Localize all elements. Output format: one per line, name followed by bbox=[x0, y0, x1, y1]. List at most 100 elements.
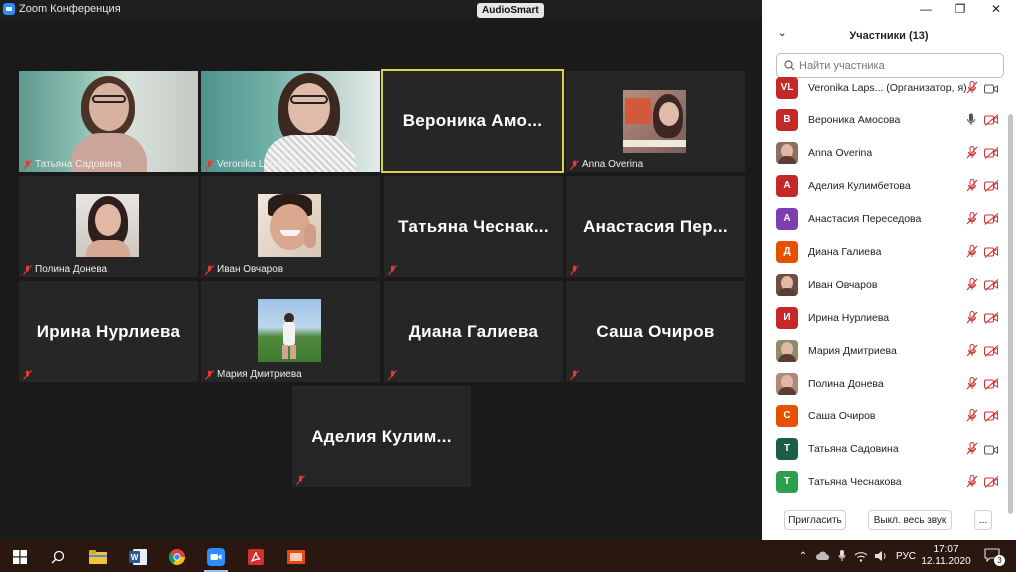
video-camera-off-icon[interactable] bbox=[984, 278, 999, 292]
participant-row[interactable]: Д Диана Галиева bbox=[762, 235, 1008, 268]
person-leg bbox=[290, 345, 296, 359]
clock[interactable]: 17:07 12.11.2020 bbox=[920, 540, 972, 572]
search-placeholder: Найти участника bbox=[799, 59, 885, 72]
participant-row[interactable]: Т Татьяна Садовина bbox=[762, 432, 1008, 465]
video-camera-off-icon[interactable] bbox=[984, 146, 999, 160]
video-camera-off-icon[interactable] bbox=[984, 344, 999, 358]
participant-list-scrollbar[interactable] bbox=[1008, 114, 1013, 514]
audiosmart-badge[interactable]: AudioSmart bbox=[477, 3, 544, 18]
presentation-app-button[interactable] bbox=[280, 544, 312, 570]
video-camera-off-icon[interactable] bbox=[984, 245, 999, 259]
video-camera-off-icon[interactable] bbox=[984, 212, 999, 226]
acrobat-button[interactable] bbox=[240, 544, 272, 570]
video-camera-icon[interactable] bbox=[984, 442, 998, 456]
video-tile-active-speaker[interactable]: Вероника Амо... bbox=[381, 69, 564, 173]
video-tile[interactable]: Мария Дмитриева bbox=[201, 281, 380, 382]
zoom-window: Zoom Конференция AudioSmart — ❐ ✕ Татьян… bbox=[0, 0, 1016, 572]
microphone-icon[interactable] bbox=[838, 550, 846, 562]
person-face bbox=[288, 83, 330, 133]
zoom-icon bbox=[207, 548, 225, 566]
network-icon[interactable] bbox=[854, 551, 868, 562]
participant-name: Anna Overina bbox=[582, 159, 644, 170]
mute-all-button[interactable]: Выкл. весь звук bbox=[868, 510, 952, 530]
participant-row[interactable]: А Аделия Кулимбетова bbox=[762, 169, 1008, 202]
chevron-up-icon[interactable]: ⌃ bbox=[796, 551, 810, 562]
microphone-muted-icon[interactable] bbox=[966, 409, 980, 423]
language-indicator[interactable]: РУС bbox=[896, 551, 916, 562]
glasses bbox=[290, 95, 328, 104]
notifications-button[interactable]: 3 bbox=[984, 540, 1005, 572]
participant-search-input[interactable]: Найти участника bbox=[776, 53, 1004, 78]
participant-row[interactable]: Иван Овчаров bbox=[762, 268, 1008, 301]
video-tile[interactable]: Татьяна Садовина bbox=[19, 71, 198, 172]
microphone-muted-icon[interactable] bbox=[966, 311, 980, 325]
file-explorer-button[interactable] bbox=[82, 544, 114, 570]
taskbar-search-button[interactable] bbox=[42, 544, 74, 570]
video-camera-icon[interactable] bbox=[984, 81, 998, 95]
video-tile[interactable]: Полина Донева bbox=[19, 176, 198, 277]
microphone-muted-icon[interactable] bbox=[966, 442, 980, 456]
word-button[interactable]: W bbox=[122, 544, 154, 570]
video-gallery: Татьяна Садовина Veronika Lapshina Верон… bbox=[0, 18, 762, 540]
video-tile[interactable]: Аделия Кулим... bbox=[292, 386, 471, 487]
participant-row[interactable]: Anna Overina bbox=[762, 136, 1008, 169]
video-camera-off-icon[interactable] bbox=[984, 377, 999, 391]
video-tile[interactable]: Ирина Нурлиева bbox=[19, 281, 198, 382]
person-body bbox=[86, 240, 130, 257]
chrome-button[interactable] bbox=[161, 544, 193, 570]
start-button[interactable] bbox=[4, 544, 36, 570]
video-feed bbox=[258, 299, 321, 362]
participant-row[interactable]: VL Veronika Laps... (Организатор, я) bbox=[762, 76, 1008, 104]
more-options-button[interactable]: ... bbox=[974, 510, 992, 530]
participant-name: Ирина Нурлиева bbox=[808, 311, 890, 324]
microphone-icon[interactable] bbox=[966, 113, 980, 127]
mic-muted-icon bbox=[205, 264, 214, 275]
video-tile[interactable]: Анастасия Пер... bbox=[566, 176, 745, 277]
microphone-muted-icon[interactable] bbox=[966, 81, 980, 95]
pdf-icon bbox=[248, 549, 264, 565]
microphone-muted-icon[interactable] bbox=[966, 377, 980, 391]
video-feed bbox=[76, 194, 139, 257]
participant-name: Вероника Амо... bbox=[402, 111, 543, 130]
microphone-muted-icon[interactable] bbox=[966, 475, 980, 489]
video-tile[interactable]: Татьяна Чеснак... bbox=[384, 176, 563, 277]
video-camera-off-icon[interactable] bbox=[984, 113, 999, 127]
person-face bbox=[89, 83, 129, 131]
windows-taskbar: W ⌃ РУС 17:07 12.11.2020 3 bbox=[0, 540, 1016, 572]
video-camera-off-icon[interactable] bbox=[984, 311, 999, 325]
video-tile[interactable]: Саша Очиров bbox=[566, 281, 745, 382]
mic-muted-icon bbox=[388, 265, 397, 275]
participant-name: Полина Донева bbox=[808, 377, 884, 390]
microphone-muted-icon[interactable] bbox=[966, 344, 980, 358]
video-tile[interactable]: Veronika Lapshina bbox=[201, 71, 380, 172]
microphone-muted-icon[interactable] bbox=[966, 278, 980, 292]
video-camera-off-icon[interactable] bbox=[984, 179, 999, 193]
participant-row[interactable]: Т Татьяна Чеснакова bbox=[762, 465, 1008, 496]
volume-icon[interactable] bbox=[874, 550, 888, 562]
participant-row[interactable]: Мария Дмитриева bbox=[762, 334, 1008, 367]
video-tile[interactable]: Диана Галиева bbox=[384, 281, 563, 382]
microphone-muted-icon[interactable] bbox=[966, 179, 980, 193]
microphone-muted-icon[interactable] bbox=[966, 146, 980, 160]
participant-row[interactable]: В Вероника Амосова bbox=[762, 103, 1008, 136]
close-icon: ✕ bbox=[990, 2, 1002, 16]
minimize-button[interactable]: — bbox=[908, 0, 944, 18]
restore-button[interactable]: ❐ bbox=[942, 0, 978, 18]
participant-row[interactable]: Полина Донева bbox=[762, 367, 1008, 400]
video-camera-off-icon[interactable] bbox=[984, 409, 999, 423]
video-tile[interactable]: Anna Overina bbox=[566, 71, 745, 172]
participant-name: Иван Овчаров bbox=[217, 264, 284, 275]
microphone-muted-icon[interactable] bbox=[966, 212, 980, 226]
cloud-icon[interactable] bbox=[816, 551, 830, 561]
invite-button[interactable]: Пригласить bbox=[784, 510, 846, 530]
participant-row[interactable]: С Саша Очиров bbox=[762, 399, 1008, 432]
collapse-chevron-icon[interactable]: ⌄ bbox=[778, 28, 786, 39]
video-tile[interactable]: Иван Овчаров bbox=[201, 176, 380, 277]
microphone-muted-icon[interactable] bbox=[966, 245, 980, 259]
zoom-taskbar-button[interactable] bbox=[200, 544, 232, 572]
mic-muted-icon bbox=[205, 159, 214, 170]
participant-row[interactable]: А Анастасия Переседова bbox=[762, 202, 1008, 235]
participant-row[interactable]: И Ирина Нурлиева bbox=[762, 301, 1008, 334]
video-camera-off-icon[interactable] bbox=[984, 475, 999, 489]
close-button[interactable]: ✕ bbox=[978, 0, 1014, 18]
